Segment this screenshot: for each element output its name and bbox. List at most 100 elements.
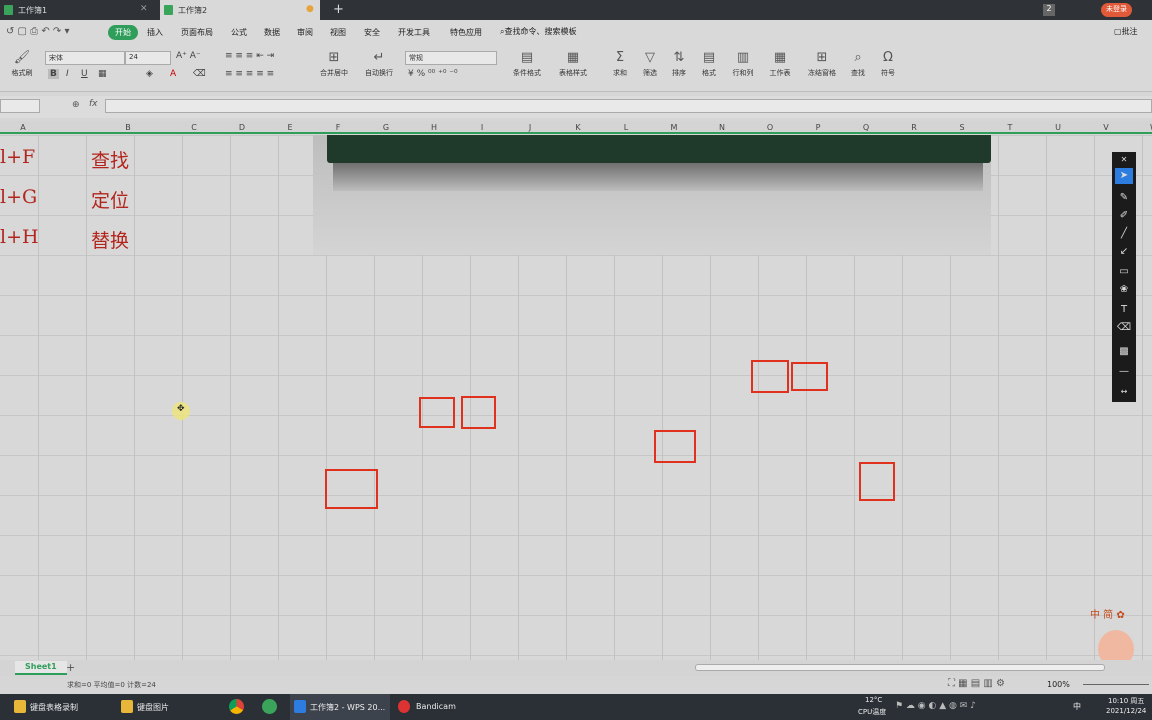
annotation-rectangle[interactable] xyxy=(325,469,378,509)
tray-icons[interactable]: ⚑ ☁ ◉ ◐ ▲ ◍ ✉ ♪ xyxy=(895,701,976,711)
worksheet-button[interactable]: ▦ 工作表 xyxy=(764,50,796,78)
taskbar-item-folder1[interactable]: 键盘表格录制 xyxy=(14,694,114,720)
align-horizontal-icons[interactable]: ≡ ≡ ≡ ≡ ≡ xyxy=(225,69,274,79)
command-search[interactable]: ⌕查找命令、搜索模板 xyxy=(500,26,576,37)
cell-A1[interactable]: l+F xyxy=(0,146,35,168)
annotation-rectangle[interactable] xyxy=(419,397,455,428)
conditional-format-button[interactable]: ▤ 条件格式 xyxy=(507,50,547,78)
tab-workbook2[interactable]: 工作簿2 ● xyxy=(160,0,320,20)
formula-input[interactable] xyxy=(105,99,1152,113)
column-header-K[interactable]: K xyxy=(554,121,602,134)
font-name-select[interactable]: 宋体 xyxy=(45,51,125,65)
cell-B1[interactable]: 查找 xyxy=(91,146,129,173)
font-color-icon[interactable]: A xyxy=(170,69,176,79)
arrow-icon[interactable]: ↙ xyxy=(1115,244,1133,260)
annotation-rectangle[interactable] xyxy=(751,360,789,393)
column-header-T[interactable]: T xyxy=(986,121,1034,134)
clear-icon[interactable]: ⌫ xyxy=(193,69,206,79)
border-icon[interactable]: ▦ xyxy=(98,69,107,79)
cell-B2[interactable]: 定位 xyxy=(91,186,129,213)
annotation-rectangle[interactable] xyxy=(859,462,895,501)
column-header-A[interactable]: A xyxy=(0,121,66,134)
column-header-P[interactable]: P xyxy=(794,121,842,134)
new-tab-button[interactable]: + xyxy=(333,2,344,17)
close-icon[interactable]: ✕ xyxy=(1115,152,1133,168)
column-header-N[interactable]: N xyxy=(698,121,746,134)
column-header-F[interactable]: F xyxy=(314,121,362,134)
app-icon[interactable] xyxy=(262,699,277,714)
menu-data[interactable]: 数据 xyxy=(264,27,280,38)
text-icon[interactable]: T xyxy=(1115,302,1133,318)
view-mode-icons[interactable]: ⛶ ▦ ▤ ▥ ⚙ xyxy=(948,678,1005,689)
symbol-button[interactable]: Ω 符号 xyxy=(876,50,900,78)
sort-button[interactable]: ⇅ 排序 xyxy=(667,50,691,78)
marker-icon[interactable]: ✐ xyxy=(1115,208,1133,224)
column-header-H[interactable]: H xyxy=(410,121,458,134)
column-header-G[interactable]: G xyxy=(362,121,410,134)
column-header-W[interactable]: W xyxy=(1130,121,1152,134)
fx-label[interactable]: fx xyxy=(89,99,98,109)
column-header-M[interactable]: M xyxy=(650,121,698,134)
underline-button[interactable]: U xyxy=(81,69,88,79)
column-header-S[interactable]: S xyxy=(938,121,986,134)
find-button[interactable]: ⌕ 查找 xyxy=(846,50,870,78)
bold-button[interactable]: B xyxy=(48,69,59,79)
column-header-O[interactable]: O xyxy=(746,121,794,134)
column-header-Q[interactable]: Q xyxy=(842,121,890,134)
pointer-icon[interactable]: ➤ xyxy=(1115,168,1133,184)
mosaic-icon[interactable]: ▩ xyxy=(1115,344,1133,360)
zoom-slider[interactable] xyxy=(1083,684,1149,685)
horizontal-scrollbar[interactable] xyxy=(695,664,1105,671)
column-header-C[interactable]: C xyxy=(170,121,218,134)
quick-access-icons[interactable]: ↺ ▢ ⎙ ↶ ↷ ▾ xyxy=(6,26,70,37)
column-header-I[interactable]: I xyxy=(458,121,506,134)
column-header-V[interactable]: V xyxy=(1082,121,1130,134)
merge-center-button[interactable]: ⊞ 合并居中 xyxy=(314,50,354,78)
menu-review[interactable]: 审阅 xyxy=(297,27,313,38)
column-header-U[interactable]: U xyxy=(1034,121,1082,134)
cell-B3[interactable]: 替换 xyxy=(91,226,129,253)
expand-icon[interactable]: ↔ xyxy=(1115,384,1133,400)
column-header-L[interactable]: L xyxy=(602,121,650,134)
tab-workbook1[interactable]: 工作簿1 ✕ xyxy=(0,0,155,20)
menu-security[interactable]: 安全 xyxy=(364,27,380,38)
align-top-icons[interactable]: ≡ ≡ ≡ ⇤ ⇥ xyxy=(225,51,274,61)
column-header-R[interactable]: R xyxy=(890,121,938,134)
sheet-tab[interactable]: Sheet1 xyxy=(15,661,67,675)
menu-formulas[interactable]: 公式 xyxy=(231,27,247,38)
column-header-J[interactable]: J xyxy=(506,121,554,134)
name-box[interactable] xyxy=(0,99,40,113)
shapes-icon[interactable]: ❀ xyxy=(1115,282,1133,298)
sum-button[interactable]: Σ 求和 xyxy=(608,50,632,78)
eraser-icon[interactable]: ⌫ xyxy=(1115,320,1133,336)
login-button[interactable]: 未登录 xyxy=(1101,3,1132,17)
ime-indicator[interactable]: 中 xyxy=(1073,701,1081,712)
menu-insert[interactable]: 插入 xyxy=(147,27,163,38)
filter-button[interactable]: ▽ 筛选 xyxy=(638,50,662,78)
menu-home[interactable]: 开始 xyxy=(108,25,138,40)
fill-color-icon[interactable]: ◈ xyxy=(146,69,153,79)
number-style-icons[interactable]: ¥ % ⁰⁰ ⁺⁰ ⁻⁰ xyxy=(408,69,458,79)
clock-time[interactable]: 10:10 周五 xyxy=(1108,696,1144,706)
taskbar-item-bandicam[interactable]: Bandicam xyxy=(398,694,478,720)
pencil-icon[interactable]: ✎ xyxy=(1115,190,1133,206)
cell-A2[interactable]: l+G xyxy=(0,186,37,208)
row-col-button[interactable]: ▥ 行和列 xyxy=(727,50,759,78)
italic-button[interactable]: I xyxy=(66,69,69,79)
font-grow-shrink-icons[interactable]: A⁺ A⁻ xyxy=(176,51,201,61)
zoom-level[interactable]: 100% xyxy=(1047,680,1070,689)
format-painter-button[interactable]: 🖌 格式刷 xyxy=(8,50,36,78)
close-icon[interactable]: ✕ xyxy=(140,4,148,14)
chrome-icon[interactable] xyxy=(229,699,244,714)
rectangle-icon[interactable]: ▭ xyxy=(1115,264,1133,280)
taskbar-item-wps[interactable]: 工作簿2 - WPS 20... xyxy=(290,694,390,720)
taskbar-item-folder2[interactable]: 键盘图片 xyxy=(121,694,211,720)
line-width-icon[interactable]: — xyxy=(1115,364,1133,380)
annotation-rectangle[interactable] xyxy=(654,430,696,463)
format-button[interactable]: ▤ 格式 xyxy=(697,50,721,78)
zoom-formula-icon[interactable]: ⊕ xyxy=(72,100,80,110)
menu-special[interactable]: 特色应用 xyxy=(450,27,482,38)
font-size-select[interactable]: 24 xyxy=(125,51,171,65)
column-header-B[interactable]: B xyxy=(86,121,170,134)
freeze-panes-button[interactable]: ⊞ 冻结窗格 xyxy=(802,50,842,78)
